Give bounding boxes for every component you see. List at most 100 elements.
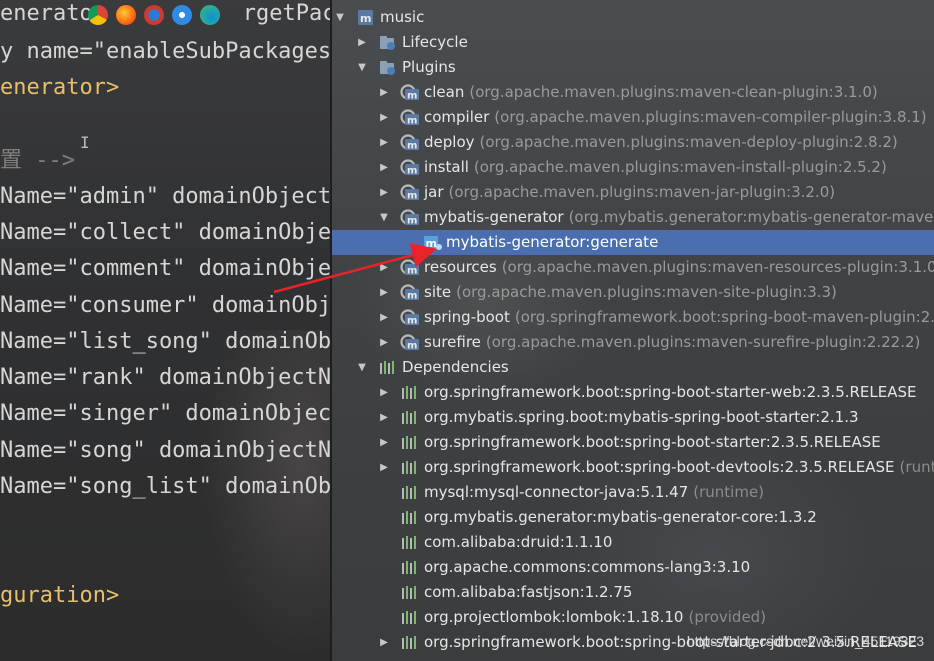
chevron-right-icon[interactable]: ▶ — [378, 280, 390, 305]
tree-plugin-jar[interactable]: ▶ m jar (org.apache.maven.plugins:maven-jar… — [332, 180, 934, 205]
chrome-icon[interactable] — [88, 5, 108, 25]
tree-item-detail: (org.apache.maven.plugins:maven-site-plu… — [456, 283, 837, 301]
tree-item-detail: (org.apache.maven.plugins:maven-deploy-p… — [479, 133, 898, 151]
chevron-down-icon[interactable]: ▼ — [356, 55, 368, 80]
tree-dependency[interactable]: mysql:mysql-connector-java:5.1.47 (runtim… — [332, 480, 934, 505]
code-line-13: Name="song" domainObjectN — [0, 436, 330, 466]
dependency-icon — [400, 383, 420, 402]
firefox-icon[interactable] — [116, 5, 136, 25]
tree-dependency[interactable]: ▶ org.springframework.boot:spring-boot-de… — [332, 455, 934, 480]
dependency-icon — [400, 633, 420, 652]
code-line-10: Name="list_song" domainOb — [0, 327, 330, 357]
chevron-right-icon[interactable]: ▶ — [378, 180, 390, 205]
chevron-right-icon[interactable]: ▶ — [378, 630, 390, 655]
dependency-icon — [400, 408, 420, 427]
tree-dependency[interactable]: org.projectlombok:lombok:1.18.10 (provide… — [332, 605, 934, 630]
chevron-right-icon[interactable]: ▶ — [378, 380, 390, 405]
code-text: Name="song_list" domainOb — [0, 474, 330, 499]
svg-text:m: m — [407, 316, 417, 327]
tree-item-label: org.apache.commons:commons-lang3:3.10 — [424, 558, 751, 576]
lifecycle-folder-icon — [378, 33, 398, 52]
code-editor[interactable]: enerato rgetPackage="c y name="enableSubP… — [0, 0, 330, 661]
code-line-17: guration> — [0, 581, 119, 611]
dependency-icon — [400, 508, 420, 527]
tree-plugin-surefire[interactable]: ▶ m surefire (org.apache.maven.plugins:mave… — [332, 330, 934, 355]
tree-item-label: clean — [424, 83, 465, 101]
maven-tool-window[interactable]: ▼ m music ▶ Lifecycle ▼ Plugins ▶ m clean (org.apa… — [332, 0, 934, 661]
code-text: rgetPackage="c — [242, 1, 330, 26]
chevron-right-icon[interactable]: ▶ — [378, 305, 390, 330]
chevron-right-icon[interactable]: ▶ — [378, 330, 390, 355]
code-line-9: Name="consumer" domainObj — [0, 291, 330, 321]
tree-item-detail: (org.apache.maven.plugins:maven-resource… — [501, 258, 934, 276]
tree-item-label: deploy — [424, 133, 475, 151]
chevron-down-icon[interactable]: ▼ — [356, 355, 368, 380]
tree-dependency[interactable]: org.apache.commons:commons-lang3:3.10 — [332, 555, 934, 580]
safari-icon[interactable] — [172, 5, 192, 25]
tree-plugin-compiler[interactable]: ▶ m compiler (org.apache.maven.plugins:mave… — [332, 105, 934, 130]
tree-node-lifecycle[interactable]: ▶ Lifecycle — [332, 30, 934, 55]
dependency-icon — [400, 433, 420, 452]
svg-text:m: m — [426, 237, 437, 250]
chevron-right-icon[interactable]: ▶ — [378, 430, 390, 455]
tree-item-detail: (org.apache.maven.plugins:maven-jar-plug… — [448, 183, 836, 201]
tree-item-label: org.springframework.boot:spring-boot-dev… — [424, 458, 895, 476]
tree-node-dependencies[interactable]: ▼ Dependencies — [332, 355, 934, 380]
tree-plugin-deploy[interactable]: ▶ m deploy (org.apache.maven.plugins:maven-… — [332, 130, 934, 155]
tree-plugin-install[interactable]: ▶ m install (org.apache.maven.plugins:maven… — [332, 155, 934, 180]
maven-plugin-icon: m — [400, 333, 420, 352]
tree-dependency[interactable]: ▶ org.springframework.boot:spring-boot-st… — [332, 430, 934, 455]
maven-project-icon: m — [356, 8, 376, 27]
tree-item-label: org.springframework.boot:spring-boot-sta… — [424, 433, 881, 451]
code-text: Name="collect" domainObje — [0, 220, 330, 245]
code-text: Name="singer" domainObjec — [0, 401, 330, 426]
tree-plugin-clean[interactable]: ▶ m clean (org.apache.maven.plugins:maven-c… — [332, 80, 934, 105]
svg-text:m: m — [407, 341, 417, 352]
tree-plugin-mybatis-generator[interactable]: ▼ m mybatis-generator (org.mybatis.generato… — [332, 205, 934, 230]
maven-plugin-icon: m — [400, 158, 420, 177]
browser-icons-popup[interactable] — [88, 4, 220, 26]
edge-icon[interactable] — [200, 5, 220, 25]
tree-dependency[interactable]: ▶ org.mybatis.spring.boot:mybatis-spring-… — [332, 405, 934, 430]
chevron-right-icon[interactable]: ▶ — [378, 255, 390, 280]
code-text: enerato — [0, 1, 93, 26]
code-line-8: Name="comment" domainObje — [0, 254, 330, 284]
tree-item-label: com.alibaba:fastjson:1.2.75 — [424, 583, 633, 601]
dependency-icon — [400, 458, 420, 477]
chevron-right-icon[interactable]: ▶ — [378, 80, 390, 105]
tree-item-label: install — [424, 158, 469, 176]
text-cursor-icon: I — [80, 133, 90, 152]
dependency-scope: (runtim — [899, 458, 934, 476]
tree-plugin-site[interactable]: ▶ m site (org.apache.maven.plugins:maven-si… — [332, 280, 934, 305]
svg-text:m: m — [407, 141, 417, 152]
tree-item-label: org.mybatis.generator:mybatis-generator-… — [424, 508, 817, 526]
chevron-right-icon[interactable]: ▶ — [378, 455, 390, 480]
chevron-down-icon[interactable]: ▼ — [334, 5, 346, 30]
code-line-12: Name="singer" domainObjec — [0, 399, 330, 429]
tree-item-label: site — [424, 283, 452, 301]
opera-icon[interactable] — [144, 5, 164, 25]
tree-goal-mybatis-generate[interactable]: m mybatis-generator:generate — [332, 230, 934, 255]
svg-text:m: m — [407, 191, 417, 202]
chevron-right-icon[interactable]: ▶ — [378, 130, 390, 155]
chevron-right-icon[interactable]: ▶ — [378, 105, 390, 130]
chevron-right-icon[interactable]: ▶ — [378, 155, 390, 180]
tree-item-label: compiler — [424, 108, 490, 126]
tree-item-detail: (org.apache.maven.plugins:maven-surefire… — [485, 333, 921, 351]
tree-dependency[interactable]: ▶ org.springframework.boot:spring-boot-st… — [332, 380, 934, 405]
tree-plugin-resources[interactable]: ▶ m resources (org.apache.maven.plugins:mav… — [332, 255, 934, 280]
tree-dependency[interactable]: org.mybatis.generator:mybatis-generator-… — [332, 505, 934, 530]
chevron-right-icon[interactable]: ▶ — [356, 30, 368, 55]
tree-root-music[interactable]: ▼ m music — [332, 5, 934, 30]
maven-plugin-icon: m — [400, 283, 420, 302]
dependency-icon — [400, 608, 420, 627]
code-text: Name="comment" domainObje — [0, 256, 330, 281]
chevron-right-icon[interactable]: ▶ — [378, 405, 390, 430]
tree-dependency[interactable]: com.alibaba:druid:1.1.10 — [332, 530, 934, 555]
tree-dependency[interactable]: com.alibaba:fastjson:1.2.75 — [332, 580, 934, 605]
tree-node-plugins[interactable]: ▼ Plugins — [332, 55, 934, 80]
tree-plugin-spring-boot[interactable]: ▶ m spring-boot (org.springframework.boot:s… — [332, 305, 934, 330]
tree-item-detail: (org.apache.maven.plugins:maven-install-… — [473, 158, 887, 176]
code-line-11: Name="rank" domainObjectN — [0, 363, 330, 393]
chevron-down-icon[interactable]: ▼ — [378, 205, 390, 230]
